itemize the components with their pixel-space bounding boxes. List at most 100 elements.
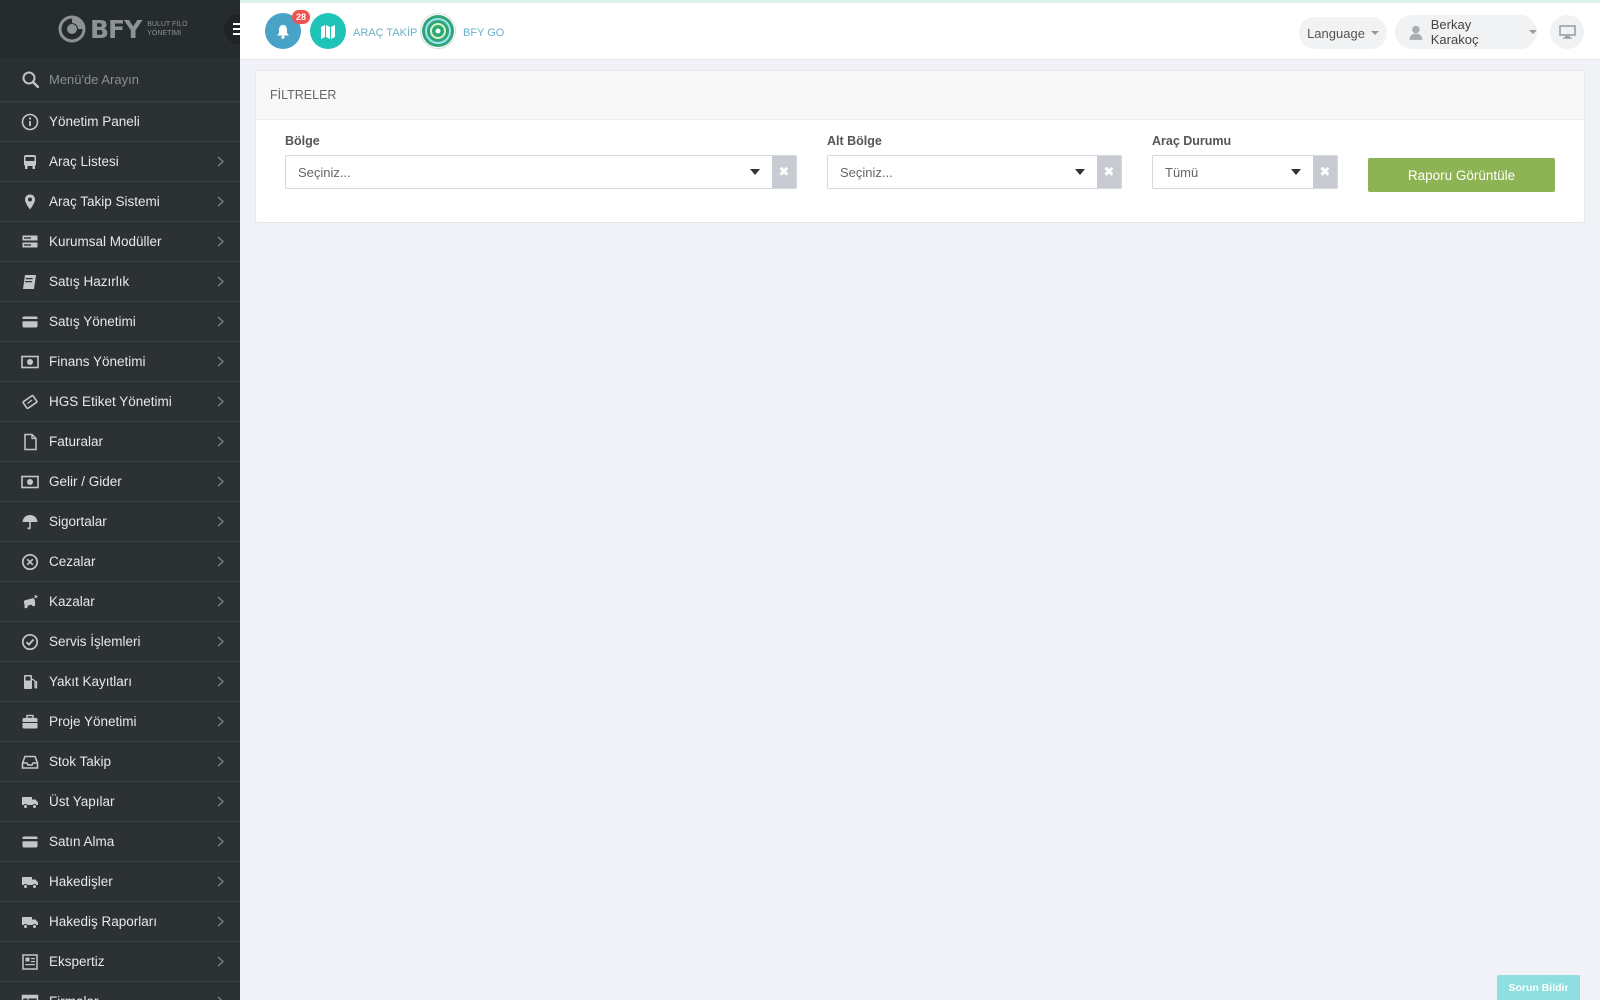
file-icon <box>20 432 40 452</box>
language-dropdown[interactable]: Language <box>1299 17 1387 49</box>
sidebar-item-18[interactable]: Üst Yapılar <box>0 782 240 822</box>
map-button[interactable] <box>310 13 346 49</box>
chevron-right-icon <box>217 474 224 490</box>
sidebar-item-3[interactable]: Araç Takip Sistemi <box>0 182 240 222</box>
caret-down-icon <box>1529 30 1537 34</box>
sidebar-item-8[interactable]: HGS Etiket Yönetimi <box>0 382 240 422</box>
bolge-clear-button[interactable]: ✖ <box>772 156 796 188</box>
sidebar-menu: Yönetim Paneli Araç Listesi Araç Takip Sis… <box>0 102 240 1000</box>
chevron-right-icon <box>217 554 224 570</box>
sidebar-item-10[interactable]: Gelir / Gider <box>0 462 240 502</box>
screen-toggle-button[interactable] <box>1550 15 1584 49</box>
sidebar-item-2[interactable]: Araç Listesi <box>0 142 240 182</box>
alt-bolge-clear-button[interactable]: ✖ <box>1097 156 1121 188</box>
sidebar-toggle-button[interactable] <box>224 14 240 44</box>
sidebar-item-21[interactable]: Hakediş Raporları <box>0 902 240 942</box>
sidebar-item-11[interactable]: Sigortalar <box>0 502 240 542</box>
sidebar-item-label: Hakediş Raporları <box>49 914 158 929</box>
truck-icon <box>20 872 40 892</box>
arac-takip-link[interactable]: ARAÇ TAKİP <box>353 27 417 39</box>
map-pin-icon <box>20 192 40 212</box>
sidebar-item-9[interactable]: Faturalar <box>0 422 240 462</box>
chevron-right-icon <box>217 594 224 610</box>
chevron-right-icon <box>217 674 224 690</box>
chevron-right-icon <box>217 514 224 530</box>
server-icon <box>20 232 40 252</box>
sidebar-item-22[interactable]: Ekspertiz <box>0 942 240 982</box>
bolge-field: Bölge Seçiniz... ✖ <box>285 134 797 189</box>
filter-panel-title: FİLTRELER <box>256 71 1584 120</box>
notification-count-badge: 28 <box>291 10 310 24</box>
bfy-go-link[interactable]: BFY GO <box>463 27 504 39</box>
user-icon <box>1409 25 1423 40</box>
sidebar-item-label: Ekspertiz <box>49 954 105 969</box>
sidebar-item-12[interactable]: Cezalar <box>0 542 240 582</box>
user-name: Berkay Karakoç <box>1430 17 1479 47</box>
credit-card-icon <box>20 312 40 332</box>
sidebar-item-20[interactable]: Hakedişler <box>0 862 240 902</box>
gas-pump-icon <box>20 672 40 692</box>
sidebar-item-label: Finans Yönetimi <box>49 354 146 369</box>
chevron-right-icon <box>217 874 224 890</box>
sidebar-item-15[interactable]: Yakıt Kayıtları <box>0 662 240 702</box>
caret-down-icon <box>750 169 760 175</box>
sidebar-item-label: Stok Takip <box>49 754 112 769</box>
sidebar-item-23[interactable]: Firmalar <box>0 982 240 1000</box>
inbox-icon <box>20 752 40 772</box>
chevron-right-icon <box>217 754 224 770</box>
sidebar-item-4[interactable]: Kurumsal Modüller <box>0 222 240 262</box>
map-icon <box>321 24 335 39</box>
alt-bolge-select[interactable]: Seçiniz... <box>828 156 1097 188</box>
chevron-right-icon <box>217 234 224 250</box>
sidebar-item-14[interactable]: Servis İşlemleri <box>0 622 240 662</box>
report-issue-button[interactable]: Sorun Bildir <box>1497 975 1580 1000</box>
sidebar-item-label: Yakıt Kayıtları <box>49 674 133 689</box>
sidebar-item-label: Servis İşlemleri <box>49 634 141 649</box>
arac-durumu-select[interactable]: Tümü <box>1153 156 1313 188</box>
bfy-go-button[interactable] <box>420 13 456 49</box>
search-icon <box>22 71 39 88</box>
notifications-button[interactable]: 28 <box>265 10 310 49</box>
arac-durumu-label: Araç Durumu <box>1152 134 1232 148</box>
alt-bolge-label: Alt Bölge <box>827 134 882 148</box>
sidebar-item-label: Faturalar <box>49 434 104 449</box>
view-report-button[interactable]: Raporu Görüntüle <box>1368 158 1555 192</box>
sidebar-item-label: Cezalar <box>49 554 96 569</box>
bell-icon <box>277 24 289 39</box>
sidebar-item-label: Satın Alma <box>49 834 115 849</box>
sidebar-item-16[interactable]: Proje Yönetimi <box>0 702 240 742</box>
chevron-right-icon <box>217 434 224 450</box>
sidebar-item-label: Satış Yönetimi <box>49 314 136 329</box>
credit-card-icon <box>20 832 40 852</box>
sidebar-item-6[interactable]: Satış Yönetimi <box>0 302 240 342</box>
arac-durumu-clear-button[interactable]: ✖ <box>1313 156 1337 188</box>
topbar: 28 ARAÇ TAKİP BFY GO Language Berkay Kar… <box>240 0 1600 60</box>
chevron-right-icon <box>217 154 224 170</box>
sidebar-item-13[interactable]: Kazalar <box>0 582 240 622</box>
sidebar-item-label: Gelir / Gider <box>49 474 122 489</box>
times-circle-icon <box>20 552 40 572</box>
desktop-icon <box>1558 25 1576 39</box>
sidebar-item-1[interactable]: Yönetim Paneli <box>0 102 240 142</box>
truck-icon <box>20 912 40 932</box>
caret-down-icon <box>1370 31 1379 35</box>
newspaper-icon <box>20 952 40 972</box>
menu-search-input[interactable] <box>49 72 219 87</box>
car-crash-icon <box>20 592 40 612</box>
sidebar-item-5[interactable]: Satış Hazırlık <box>0 262 240 302</box>
chevron-right-icon <box>217 634 224 650</box>
logo-subtitle: BULUT FİLO YÖNETİMİ <box>147 21 188 37</box>
chevron-right-icon <box>217 834 224 850</box>
sidebar-item-label: Üst Yapılar <box>49 794 115 809</box>
brand-logo[interactable]: BFY BULUT FİLO YÖNETİMİ <box>0 0 240 58</box>
user-menu-dropdown[interactable]: Berkay Karakoç <box>1395 15 1537 49</box>
arac-durumu-field: Araç Durumu Tümü ✖ <box>1152 134 1338 189</box>
sidebar-item-7[interactable]: Finans Yönetimi <box>0 342 240 382</box>
table-icon <box>20 992 40 1000</box>
sidebar-item-label: Araç Takip Sistemi <box>49 194 160 209</box>
bolge-select-value: Seçiniz... <box>298 164 351 180</box>
chevron-right-icon <box>217 194 224 210</box>
sidebar-item-17[interactable]: Stok Takip <box>0 742 240 782</box>
bolge-select[interactable]: Seçiniz... <box>286 156 772 188</box>
sidebar-item-19[interactable]: Satın Alma <box>0 822 240 862</box>
